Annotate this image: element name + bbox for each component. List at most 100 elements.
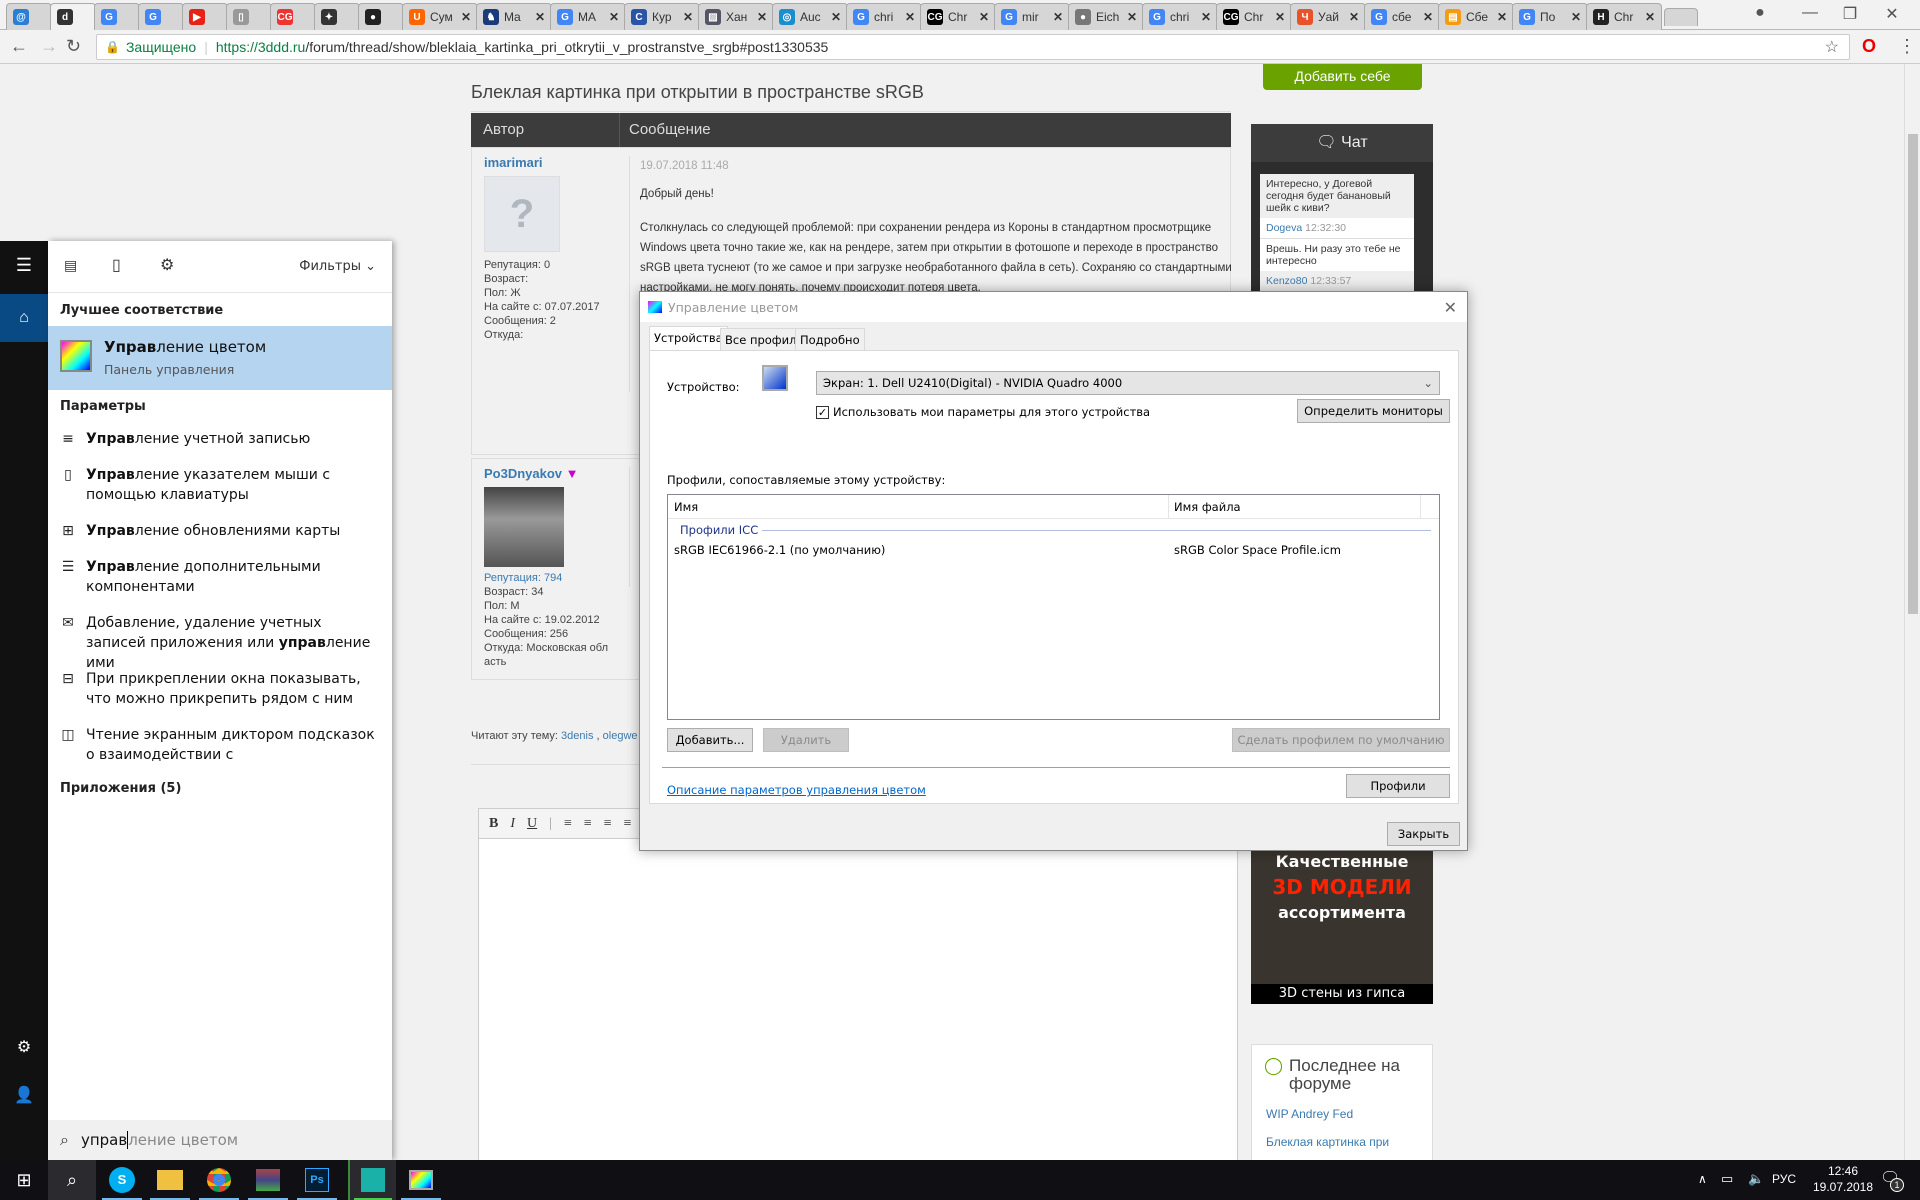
hamburger-menu-icon[interactable]: ☰ (0, 255, 48, 276)
restore-button[interactable]: ❐ (1830, 4, 1870, 26)
latest-link[interactable]: WIP Andrey Fed (1266, 1107, 1432, 1121)
settings-result-item[interactable]: ≡ Управление учетной записью (60, 429, 380, 449)
opera-extension-icon[interactable]: O (1862, 36, 1876, 57)
network-icon[interactable]: ▭ (1721, 1171, 1733, 1187)
tab-close-icon[interactable]: ✕ (905, 10, 915, 24)
device-select[interactable]: Экран: 1. Dell U2410(Digital) - NVIDIA Q… (816, 371, 1440, 395)
start-button[interactable]: ⊞ (0, 1160, 48, 1200)
volume-icon[interactable]: 🔈 (1748, 1171, 1764, 1187)
browser-tab[interactable]: ● (358, 3, 404, 30)
name-column-header[interactable]: Имя (674, 500, 698, 514)
browser-tab[interactable]: ● Eich ✕ (1068, 3, 1144, 30)
browser-tab[interactable]: G MA ✕ (550, 3, 626, 30)
profiles-list[interactable]: Имя Имя файла Профили ICC sRGB IEC61966-… (667, 494, 1440, 720)
clock[interactable]: 12:46 19.07.2018 (1808, 1163, 1878, 1195)
taskbar-explorer[interactable] (146, 1160, 194, 1200)
tab-close-icon[interactable]: ✕ (1645, 10, 1655, 24)
align-center-icon[interactable]: ≡ (584, 816, 592, 832)
tab-close-icon[interactable]: ✕ (1349, 10, 1359, 24)
profile-row[interactable]: sRGB IEC61966-2.1 (по умолчанию) sRGB Co… (674, 543, 1431, 561)
documents-filter-icon[interactable]: ▯ (112, 255, 121, 275)
taskbar-photoshop[interactable]: Ps (293, 1160, 341, 1200)
checkbox-checked-icon[interactable]: ✓ (816, 405, 829, 419)
new-tab-button[interactable] (1664, 8, 1698, 26)
browser-tab[interactable]: CG (270, 3, 316, 30)
browser-tab[interactable]: U Сум ✕ (402, 3, 478, 30)
home-icon[interactable]: ⌂ (0, 294, 48, 342)
browser-tab[interactable]: CG Chr ✕ (1216, 3, 1292, 30)
browser-tab[interactable]: CG Chr ✕ (920, 3, 996, 30)
tab-close-icon[interactable]: ✕ (831, 10, 841, 24)
show-hidden-icons[interactable]: ∧ (1698, 1172, 1707, 1186)
use-my-settings-checkbox[interactable]: ✓ Использовать мои параметры для этого у… (816, 405, 1150, 419)
tab-devices[interactable]: Устройства (649, 326, 728, 351)
action-center-icon[interactable]: 🗨 1 (1880, 1168, 1904, 1192)
search-button[interactable]: ⌕ (48, 1160, 96, 1200)
settings-result-item[interactable]: ⊞ Управление обновлениями карты (60, 521, 380, 541)
identify-monitors-button[interactable]: Определить мониторы (1297, 399, 1450, 423)
username-link[interactable]: imarimari (484, 156, 614, 170)
browser-tab[interactable]: ▯ (226, 3, 272, 30)
address-bar[interactable]: 🔒 Защищено | https://3ddd.ru/forum/threa… (96, 34, 1850, 60)
minimize-button[interactable]: — (1790, 4, 1830, 26)
language-indicator[interactable]: РУС (1772, 1172, 1796, 1186)
taskbar-skype[interactable]: S (98, 1160, 146, 1200)
taskbar-color-management[interactable] (397, 1160, 445, 1200)
browser-tab[interactable]: Gсбе ✕ (1364, 3, 1440, 30)
browser-tab[interactable]: Gchri ✕ (846, 3, 922, 30)
italic-button[interactable]: I (510, 816, 515, 832)
reload-button[interactable]: ↻ (66, 36, 81, 57)
settings-filter-icon[interactable]: ⚙ (160, 255, 174, 275)
browser-tab[interactable]: ▶ (182, 3, 228, 30)
dialog-close-button[interactable]: Закрыть (1387, 822, 1460, 846)
align-right-icon[interactable]: ≡ (604, 816, 612, 832)
browser-tab[interactable]: ♞ Ma ✕ (476, 3, 552, 30)
tab-close-icon[interactable]: ✕ (979, 10, 989, 24)
reply-editor[interactable]: B I U | ≡ ≡ ≡ ≡ (478, 808, 1238, 1160)
username-link[interactable]: Po3Dnyakov ▼ (484, 467, 614, 481)
reputation[interactable]: Репутация: 794 (484, 571, 614, 585)
close-window-button[interactable]: ✕ (1872, 4, 1912, 26)
chat-author[interactable]: Dogeva (1266, 222, 1302, 234)
browser-tab[interactable]: Gmir ✕ (994, 3, 1070, 30)
best-match-item[interactable]: Управление цветом Панель управления (48, 326, 392, 390)
tab-advanced[interactable]: Подробно (795, 328, 865, 351)
tab-close-icon[interactable]: ✕ (1423, 10, 1433, 24)
align-left-icon[interactable]: ≡ (564, 816, 572, 832)
menu-icon[interactable]: ⋮ (1898, 36, 1916, 57)
tab-close-icon[interactable]: ✕ (535, 10, 545, 24)
apps-filter-icon[interactable]: ▤ (64, 257, 77, 274)
add-to-mine-button[interactable]: Добавить себе (1263, 64, 1422, 90)
bookmark-star-icon[interactable]: ☆ (1825, 37, 1839, 57)
filename-column-header[interactable]: Имя файла (1174, 500, 1241, 514)
settings-result-item[interactable]: ✉ Добавление, удаление учетных записей пр… (60, 613, 380, 673)
profile-icon[interactable]: ● (1740, 4, 1780, 26)
browser-tab[interactable]: ▤ Сбе ✕ (1438, 3, 1514, 30)
tab-close-icon[interactable]: ✕ (683, 10, 693, 24)
underline-button[interactable]: U (527, 816, 537, 832)
settings-gear-icon[interactable]: ⚙ (0, 1037, 48, 1057)
browser-tab[interactable]: Gchri ✕ (1142, 3, 1218, 30)
settings-result-item[interactable]: ◫ Чтение экранным диктором подсказок о вз… (60, 725, 380, 765)
taskbar-chrome[interactable] (195, 1160, 243, 1200)
reader-link[interactable]: olegwe (603, 730, 638, 742)
browser-tab[interactable]: ▨ Хан ✕ (698, 3, 774, 30)
filters-dropdown[interactable]: Фильтры ⌄ (299, 259, 376, 274)
settings-result-item[interactable]: ▯ Управление указателем мыши с помощью кл… (60, 465, 380, 505)
tab-close-icon[interactable]: ✕ (1127, 10, 1137, 24)
browser-tab[interactable]: d (50, 3, 96, 30)
taskbar-winrar[interactable] (244, 1160, 292, 1200)
dialog-close-icon[interactable]: ✕ (1444, 298, 1457, 317)
help-link[interactable]: Описание параметров управления цветом (667, 783, 926, 797)
settings-result-item[interactable]: ⊟ При прикреплении окна показывать, что м… (60, 669, 380, 709)
search-input[interactable]: ⌕ управ ление цветом (48, 1120, 392, 1160)
tab-close-icon[interactable]: ✕ (1571, 10, 1581, 24)
tab-close-icon[interactable]: ✕ (1275, 10, 1285, 24)
browser-tab[interactable]: Ч Уай ✕ (1290, 3, 1366, 30)
feedback-icon[interactable]: 👤 (0, 1085, 48, 1105)
page-scrollbar[interactable] (1904, 64, 1920, 1160)
tab-close-icon[interactable]: ✕ (757, 10, 767, 24)
browser-tab[interactable]: G (94, 3, 140, 30)
ad-banner[interactable]: Качественные 3D МОДЕЛИ ассортимента 3D с… (1251, 844, 1433, 1004)
chat-author[interactable]: Kenzo80 (1266, 275, 1307, 287)
